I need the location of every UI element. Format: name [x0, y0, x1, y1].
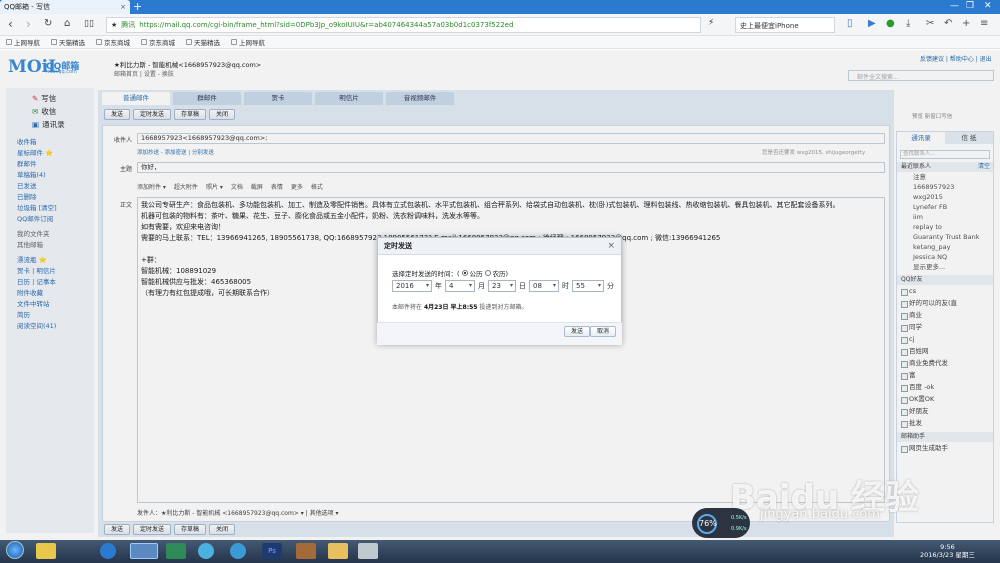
dialog-cancel-button[interactable]: 取消 [590, 326, 617, 337]
lightning-icon[interactable]: ⚡ [708, 18, 714, 28]
note-pre: 本邮件将在 [392, 304, 423, 311]
url-text: https://mail.qq.com/cgi-bin/frame_html?s… [139, 21, 514, 29]
memory-usage: 76% [697, 514, 717, 534]
datetime-selectors: 2016 年 4 月 23 日 08 时 55 分 [392, 280, 614, 292]
hour-select[interactable]: 08 [529, 280, 559, 292]
upload-speed: 0.5K/s [731, 515, 747, 521]
lunar-radio[interactable] [484, 270, 491, 276]
prompt-label: 选择定时发送的时间：( [392, 270, 460, 278]
photoshop-icon[interactable]: Ps [262, 543, 282, 559]
scissors-icon[interactable]: ✂ [926, 18, 934, 29]
note-time: 4月23日 早上8:55 [423, 304, 478, 311]
qq-icon[interactable] [36, 543, 56, 559]
app-icon[interactable] [166, 543, 186, 559]
start-button[interactable] [6, 541, 24, 559]
bookmark-label: 京东商城 [104, 39, 130, 47]
bookmark-label: 天猫精选 [59, 39, 85, 47]
minute-select[interactable]: 55 [572, 280, 604, 292]
day-unit: 日 [519, 282, 526, 290]
bookmark-icon [231, 39, 237, 45]
bookmark-item[interactable]: 上网导航 [6, 37, 40, 47]
bookmark-item[interactable]: 天猫精选 [51, 37, 85, 47]
qq-penguin-icon[interactable] [198, 543, 214, 559]
bookmark-label: 京东商城 [149, 39, 175, 47]
url-site-label: 腾讯 [121, 21, 136, 29]
day-select[interactable]: 23 [488, 280, 516, 292]
tab-close-icon[interactable]: × [120, 3, 126, 11]
folder-icon[interactable] [328, 543, 348, 559]
year-select[interactable]: 2016 [392, 280, 432, 292]
clock-date: 2016/3/23 星期三 [920, 551, 975, 559]
star-icon[interactable]: ★ [111, 21, 117, 29]
download-speed: 0.9K/s [731, 526, 747, 532]
taskbar-clock[interactable]: 9:56 2016/3/23 星期三 [920, 543, 975, 559]
bookmark-icon [141, 39, 147, 45]
refresh-icon[interactable]: ↻ [44, 17, 52, 31]
bookmark-item[interactable]: 天猫精选 [186, 37, 220, 47]
browser-tab[interactable]: QQ邮箱 - 写信 × [0, 0, 130, 14]
dialog-send-button[interactable]: 发送 [564, 326, 591, 337]
bookmark-icon [6, 39, 12, 45]
download-icon[interactable]: ⤓ [906, 18, 910, 29]
phone-icon[interactable]: ▯ [847, 18, 853, 29]
back-icon[interactable]: ‹ [8, 17, 13, 31]
browser-tab-bar [0, 0, 1000, 14]
bookmark-item[interactable]: 京东商城 [96, 37, 130, 47]
bookmark-icon [51, 39, 57, 45]
bookmark-icon [186, 39, 192, 45]
schedule-prompt: 选择定时发送的时间：( 公历 农历) [392, 268, 508, 278]
menu-icon[interactable]: ≡ [980, 18, 988, 29]
clock-time: 9:56 [940, 543, 955, 551]
notepad-icon[interactable] [358, 543, 378, 559]
close-window-icon[interactable]: ✕ [984, 1, 992, 11]
forward-icon[interactable]: › [26, 17, 31, 31]
year-unit: 年 [435, 282, 442, 290]
dialog-title: 定时发送 [384, 242, 412, 250]
bookmark-icon [96, 39, 102, 45]
browser-icon[interactable] [100, 543, 116, 559]
schedule-note: 本邮件将在 4月23日 早上8:55 投递到对方邮箱。 [392, 302, 527, 311]
dialog-close-icon[interactable]: × [607, 238, 615, 255]
baidu-watermark-url: jingyan.baidu.com [760, 507, 880, 522]
ie-icon[interactable] [230, 543, 246, 559]
bookmark-label: 上网导航 [239, 39, 265, 47]
bookmark-label: 上网导航 [14, 39, 40, 47]
tab-title: QQ邮箱 - 写信 [4, 3, 50, 11]
new-tab-button[interactable]: + [133, 1, 142, 12]
month-select[interactable]: 4 [445, 280, 475, 292]
gregorian-label: 公历 [469, 270, 483, 278]
active-browser-icon[interactable] [130, 543, 158, 559]
dialog-title-bar: 定时发送 × [378, 238, 621, 255]
lunar-label: 农历) [492, 270, 509, 278]
home-icon[interactable]: ⌂ [64, 17, 70, 31]
maximize-icon[interactable]: ❐ [966, 1, 974, 11]
hour-unit: 时 [562, 282, 569, 290]
url-bar[interactable]: ★ 腾讯 https://mail.qq.com/cgi-bin/frame_h… [106, 17, 701, 33]
game-icon[interactable] [296, 543, 316, 559]
gregorian-radio[interactable] [461, 270, 468, 276]
add-icon[interactable]: + [962, 18, 970, 29]
bookmark-item[interactable]: 京东商城 [141, 37, 175, 47]
month-unit: 月 [478, 282, 485, 290]
minute-unit: 分 [607, 282, 614, 290]
wechat-icon[interactable]: ● [886, 18, 895, 29]
minimize-icon[interactable]: — [950, 1, 959, 11]
reader-icon[interactable]: ▯▯ [84, 17, 94, 31]
bookmark-item[interactable]: 上网导航 [231, 37, 265, 47]
play-icon[interactable]: ▶ [868, 18, 876, 29]
undo-icon[interactable]: ↶ [944, 18, 952, 29]
bookmarks-bar: 上网导航 天猫精选 京东商城 京东商城 天猫精选 上网导航 [0, 36, 1000, 49]
note-post: 投递到对方邮箱。 [479, 304, 528, 311]
browser-search-box[interactable]: 史上最便宜iPhone [735, 17, 835, 33]
bookmark-label: 天猫精选 [194, 39, 220, 47]
